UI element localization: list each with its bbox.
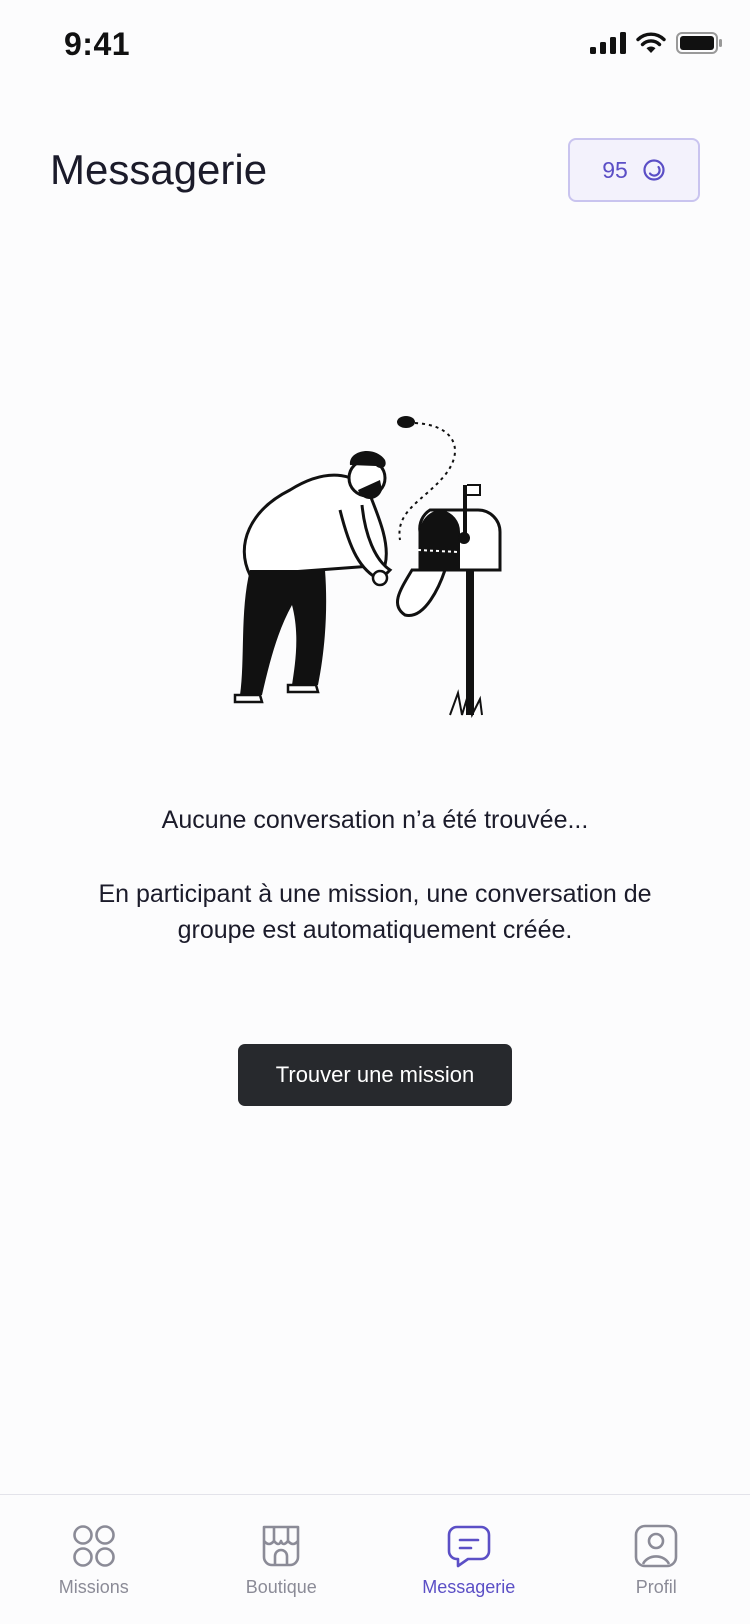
store-icon xyxy=(262,1525,300,1567)
tab-label: Messagerie xyxy=(422,1577,516,1597)
status-icons xyxy=(590,32,722,54)
tab-label: Missions xyxy=(58,1577,129,1597)
battery-icon xyxy=(676,32,722,54)
empty-mailbox-illustration xyxy=(233,416,502,719)
signal-icon xyxy=(590,32,626,54)
credits-value: 95 xyxy=(602,156,628,183)
tab-profil[interactable]: Profil xyxy=(563,1495,750,1624)
tab-missions[interactable]: Missions xyxy=(0,1495,188,1624)
tab-label: Boutique xyxy=(245,1577,317,1597)
message-icon xyxy=(447,1525,491,1568)
page-title: Messagerie xyxy=(50,146,268,193)
tab-bar: Missions Boutique Messagerie Profil xyxy=(0,1494,750,1624)
tab-label: Profil xyxy=(635,1577,677,1597)
tab-messagerie[interactable]: Messagerie xyxy=(375,1495,563,1624)
wifi-icon xyxy=(636,32,666,53)
coin-icon xyxy=(643,159,665,181)
status-bar: 9:41 xyxy=(0,0,750,90)
grid-icon xyxy=(72,1525,115,1567)
credits-badge[interactable]: 95 xyxy=(568,138,700,202)
tab-boutique[interactable]: Boutique xyxy=(188,1495,376,1624)
status-time: 9:41 xyxy=(64,26,131,62)
profile-icon xyxy=(634,1524,678,1568)
empty-state-title: Aucune conversation n’a été trouvée... xyxy=(161,806,589,834)
empty-state-description: En participant à une mission, une conver… xyxy=(98,880,652,944)
find-mission-button[interactable]: Trouver une mission xyxy=(238,1044,512,1106)
